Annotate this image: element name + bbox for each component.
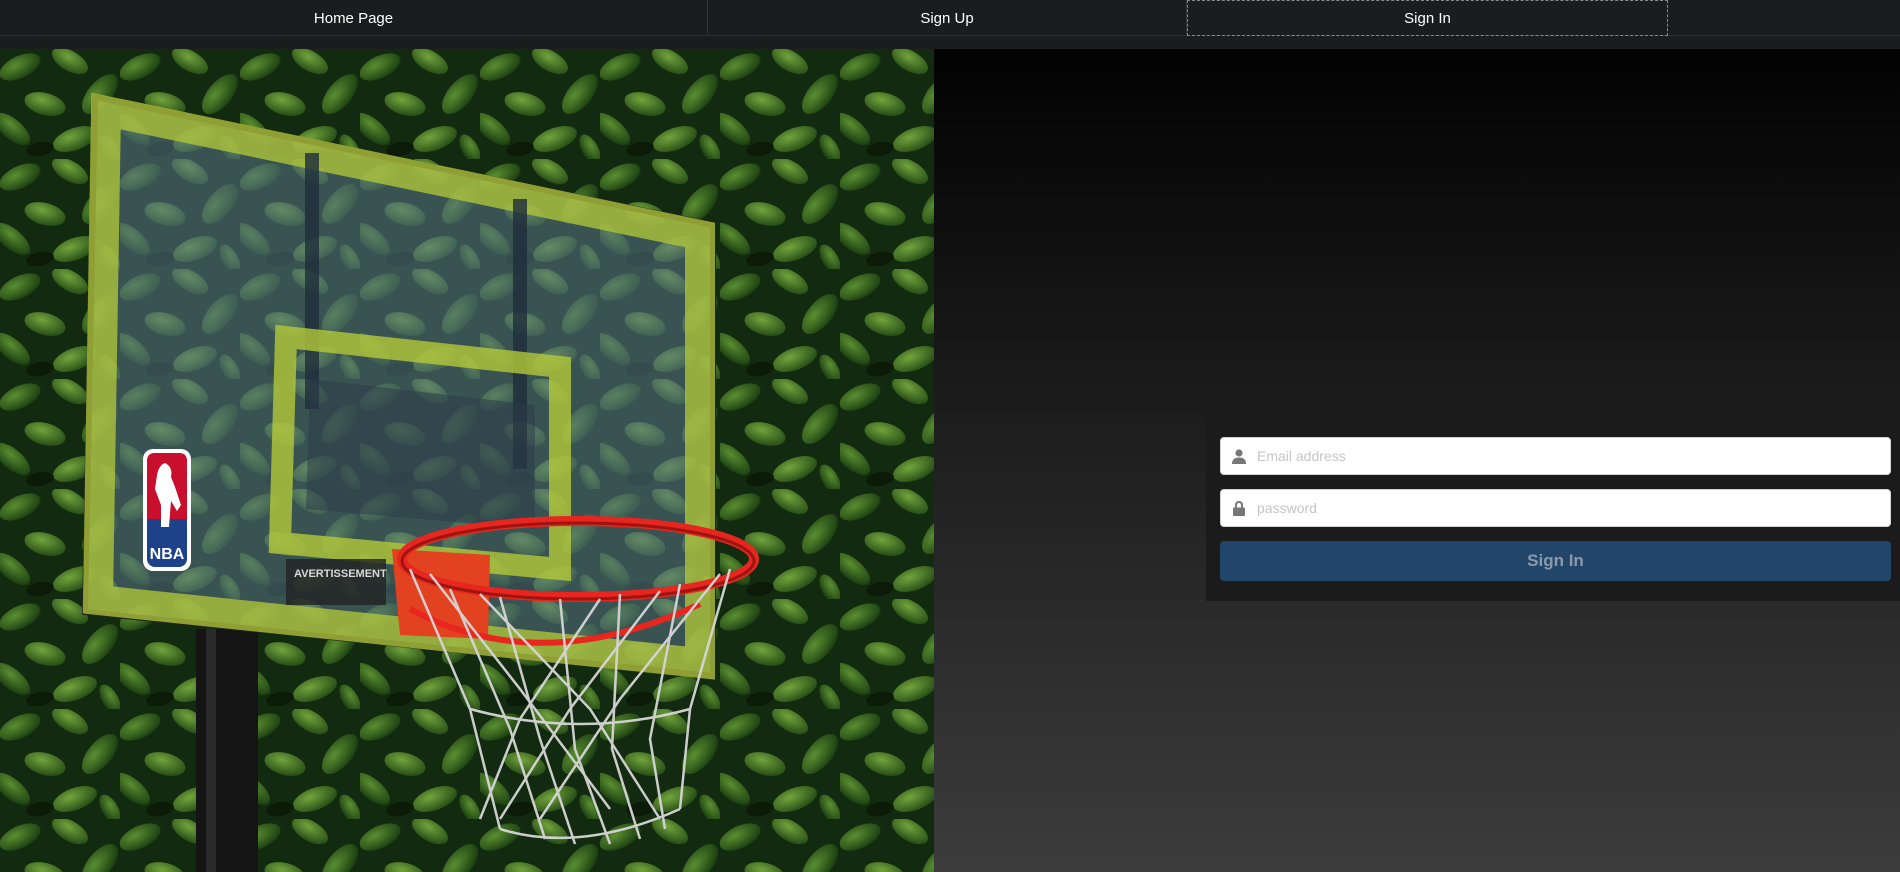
basketball-hoop-illustration: NBA AVERTISSEMENT [0, 49, 934, 872]
email-field-wrapper [1220, 437, 1891, 475]
nba-logo-text: NBA [150, 546, 185, 563]
password-field-wrapper [1220, 489, 1891, 527]
nav-sign-in[interactable]: Sign In [1187, 0, 1668, 36]
warning-text: AVERTISSEMENT [294, 568, 387, 580]
hero-image: NBA AVERTISSEMENT [0, 49, 934, 872]
nav-home-page-label: Home Page [313, 9, 394, 27]
nba-logo: NBA [143, 449, 191, 571]
nav-sign-in-label: Sign In [1404, 9, 1451, 27]
password-input[interactable] [1257, 491, 1890, 525]
nav-sign-up-label: Sign Up [920, 9, 974, 27]
email-input[interactable] [1257, 439, 1890, 473]
nav-sign-up[interactable]: Sign Up [708, 0, 1187, 36]
user-icon [1221, 438, 1257, 474]
login-form: Sign In [1206, 388, 1900, 601]
nav-home-page[interactable]: Home Page [0, 0, 708, 36]
top-menu: Home Page Sign Up Sign In [0, 0, 1900, 36]
lock-icon [1221, 490, 1257, 526]
sign-in-button[interactable]: Sign In [1220, 541, 1891, 581]
main-area: NBA AVERTISSEMENT Email address Sign In [0, 49, 1900, 872]
